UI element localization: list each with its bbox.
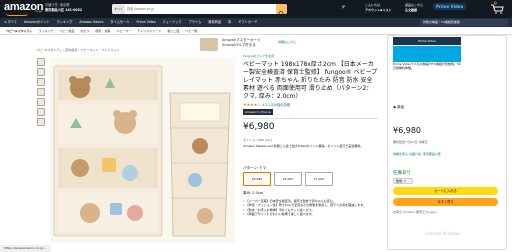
banner-text: Amazonマスターカード Amazon2%で貯まる (222, 38, 261, 48)
subnav-item[interactable]: ランキング (38, 27, 53, 35)
product-image[interactable] (50, 58, 235, 243)
mastercard-promo[interactable]: Amazon Mastercard 新規ご入会で最大8,000ポイント獲得。ポイ… (243, 144, 378, 149)
swatch-option[interactable]: ¥7,280 (305, 172, 333, 186)
brand-store-link[interactable]: fungooのストアを表示 (243, 54, 274, 58)
prime-video-promo-image[interactable] (393, 46, 461, 62)
windows-watermark: Activate Windows (425, 231, 461, 236)
feature-bullets: • 【メーカー直販】日本安全検査済。保育士監修で赤ちゃんも安心。 • 【防音・ク… (243, 199, 380, 216)
play-mat-illustration (53, 65, 231, 237)
bullet: • 【両面デザイン】かわいい絵柄で楽しく遊べます。 (243, 211, 315, 216)
swatch-option[interactable]: ¥6,980 (274, 172, 302, 186)
subnav-item[interactable]: ベビー服 (185, 27, 197, 35)
subnav-item[interactable]: ベビー&マタニティ (6, 27, 32, 35)
subnav-item[interactable]: 抱っこ紐 (167, 27, 179, 35)
subnav-item[interactable]: 授乳・食事 (95, 27, 110, 35)
cart-icon[interactable] (490, 3, 504, 14)
nav-items: ≡ すべて Amazonポイント ランキング Amazon Basics タイム… (4, 18, 257, 27)
thumbnail-list (37, 58, 45, 128)
nav-item[interactable]: Amazonポイント (24, 18, 50, 27)
orders-line-1: 返品もこちら (405, 3, 424, 7)
mastercard-banner[interactable]: Amazonマスターカード Amazon2%で貯まる 詳細はこちら (200, 35, 340, 55)
star-rating-icon: ★★★★☆ (243, 102, 261, 107)
product-title: ベビーマット 198x178x厚さ2cm 【日本メーカー製安全検査済 保育士監修… (243, 61, 378, 100)
subnav-items: ベビー&マタニティ ランキング ベビー用品 おむつ 授乳・食事 ベビーカー チャ… (6, 27, 197, 35)
nav-item[interactable]: タイムセール (110, 18, 129, 27)
nav-item[interactable]: ランキング (57, 18, 73, 27)
nav-item[interactable]: ギフトカード (238, 18, 257, 27)
nav-item[interactable]: プライム (189, 18, 202, 27)
breadcrumb[interactable]: ベビー&マタニティ › 室内遊具 › ベビーマット・プレイマット (36, 48, 119, 52)
search-bar: すべて (112, 4, 287, 14)
nav-item[interactable]: ミュージック (163, 18, 182, 27)
cart-glyph-icon (491, 4, 504, 14)
buy-now-button[interactable]: 今すぐ買う (393, 198, 498, 206)
nav-item[interactable]: ≡ すべて (4, 18, 17, 27)
rating-row[interactable]: ★★★★☆ 4.3 1,520個の評価 (243, 102, 290, 107)
pattern-swatches: ¥6,980 ¥6,980 ¥7,280 (243, 172, 333, 186)
credit-card-icon (200, 38, 218, 51)
language-selector[interactable]: JP (342, 5, 345, 9)
orders-link[interactable]: 返品もこちら 注文履歴 (405, 3, 423, 12)
amazons-choice-badge: Amazon's Choice (243, 109, 273, 115)
thumbnail[interactable] (37, 118, 45, 126)
rating-text[interactable]: 4.3 1,520個の評価 (262, 103, 290, 107)
stock-status: 在庫あり (393, 171, 411, 176)
swatch-option[interactable]: ¥6,980 (243, 172, 271, 186)
points-info: ポイント: 70pt (1%) (243, 138, 272, 142)
main-nav: ≡ すべて Amazonポイント ランキング Amazon Basics タイム… (0, 18, 512, 27)
delivery-location[interactable]: 詳細を見る お届け先: 東京都品川区 (393, 152, 498, 156)
subnav-item[interactable]: おむつ (80, 27, 89, 35)
prime-video-promo-title[interactable]: Prime Video (393, 37, 461, 45)
pattern-label: パターン: クマ (243, 166, 267, 170)
thumbnail[interactable] (37, 88, 45, 96)
search-button[interactable] (276, 4, 287, 14)
quantity-select[interactable]: 数量: 1 (393, 178, 413, 184)
nav-promo[interactable]: 対象の映画・TV番組見放題 (420, 19, 508, 26)
thumbnail[interactable] (37, 58, 45, 66)
deliver-line-2: 東京都品川区 141-0032 (45, 7, 83, 12)
cart-count: 0 (494, 1, 497, 6)
account-label: アカウント&リスト (365, 7, 392, 12)
prime-video-button[interactable]: Prime Video (433, 3, 467, 10)
bullet: • 【防音・クッション性】厚さ2cmで足音などの衝撃を吸収し、階下への音を軽減し… (243, 203, 366, 208)
search-category-select[interactable]: すべて (112, 4, 125, 14)
nav-item[interactable]: 本 (228, 18, 231, 27)
status-url: https://www.amazon.co.jp/... (0, 245, 51, 252)
logo-smile-icon (6, 13, 28, 16)
subnav-item[interactable]: チャイルドシート (137, 27, 161, 35)
search-input[interactable] (127, 4, 267, 14)
nav-item[interactable]: Prime Video (136, 18, 155, 27)
banner-line-2: Amazon2%で貯まる (222, 43, 256, 47)
subnav-item[interactable]: ベビー用品 (59, 27, 74, 35)
buybox-price: ¥6,980 (393, 126, 421, 135)
orders-line-2: 注文履歴 (405, 7, 418, 12)
product-price: ¥6,980 (243, 122, 275, 132)
condition-option[interactable]: ◉ 新品 (393, 105, 404, 110)
thumbnail[interactable] (37, 68, 45, 76)
search-icon (278, 11, 284, 14)
shipping-info: 無料配送 7月12日 水曜日 (393, 140, 428, 144)
thumbnail[interactable] (37, 98, 45, 106)
thumbnail[interactable] (37, 78, 45, 86)
top-header: amazon .co.jp お届け先: 東京都 東京都品川区 141-0032 … (0, 0, 512, 18)
thumbnail[interactable] (37, 108, 45, 116)
nav-item[interactable]: Amazon Basics (79, 18, 103, 27)
deliver-to[interactable]: お届け先: 東京都 東京都品川区 141-0032 (45, 3, 82, 12)
add-to-cart-button[interactable]: カートに入れる (393, 187, 498, 195)
subnav-item[interactable]: ベビーカー (116, 27, 131, 35)
prime-video-promo-text: Prime Videoで人気の映画やTV番組が見放題。30日間無料体験。 (393, 62, 463, 71)
divider (243, 118, 378, 119)
sub-nav: ベビー&マタニティ ランキング ベビー用品 おむつ 授乳・食事 ベビーカー チャ… (0, 27, 512, 35)
nav-item[interactable]: 新着商品 (208, 18, 221, 27)
seller-info: 出荷元 Amazon 販売元 fungoo (393, 210, 437, 214)
size-label: 厚み: 2.0cm (243, 191, 264, 195)
logo-domain: .co.jp (34, 9, 43, 13)
banner-link[interactable]: 詳細はこちら (278, 40, 296, 44)
account-menu[interactable]: こんにちは アカウント&リスト (365, 3, 392, 12)
